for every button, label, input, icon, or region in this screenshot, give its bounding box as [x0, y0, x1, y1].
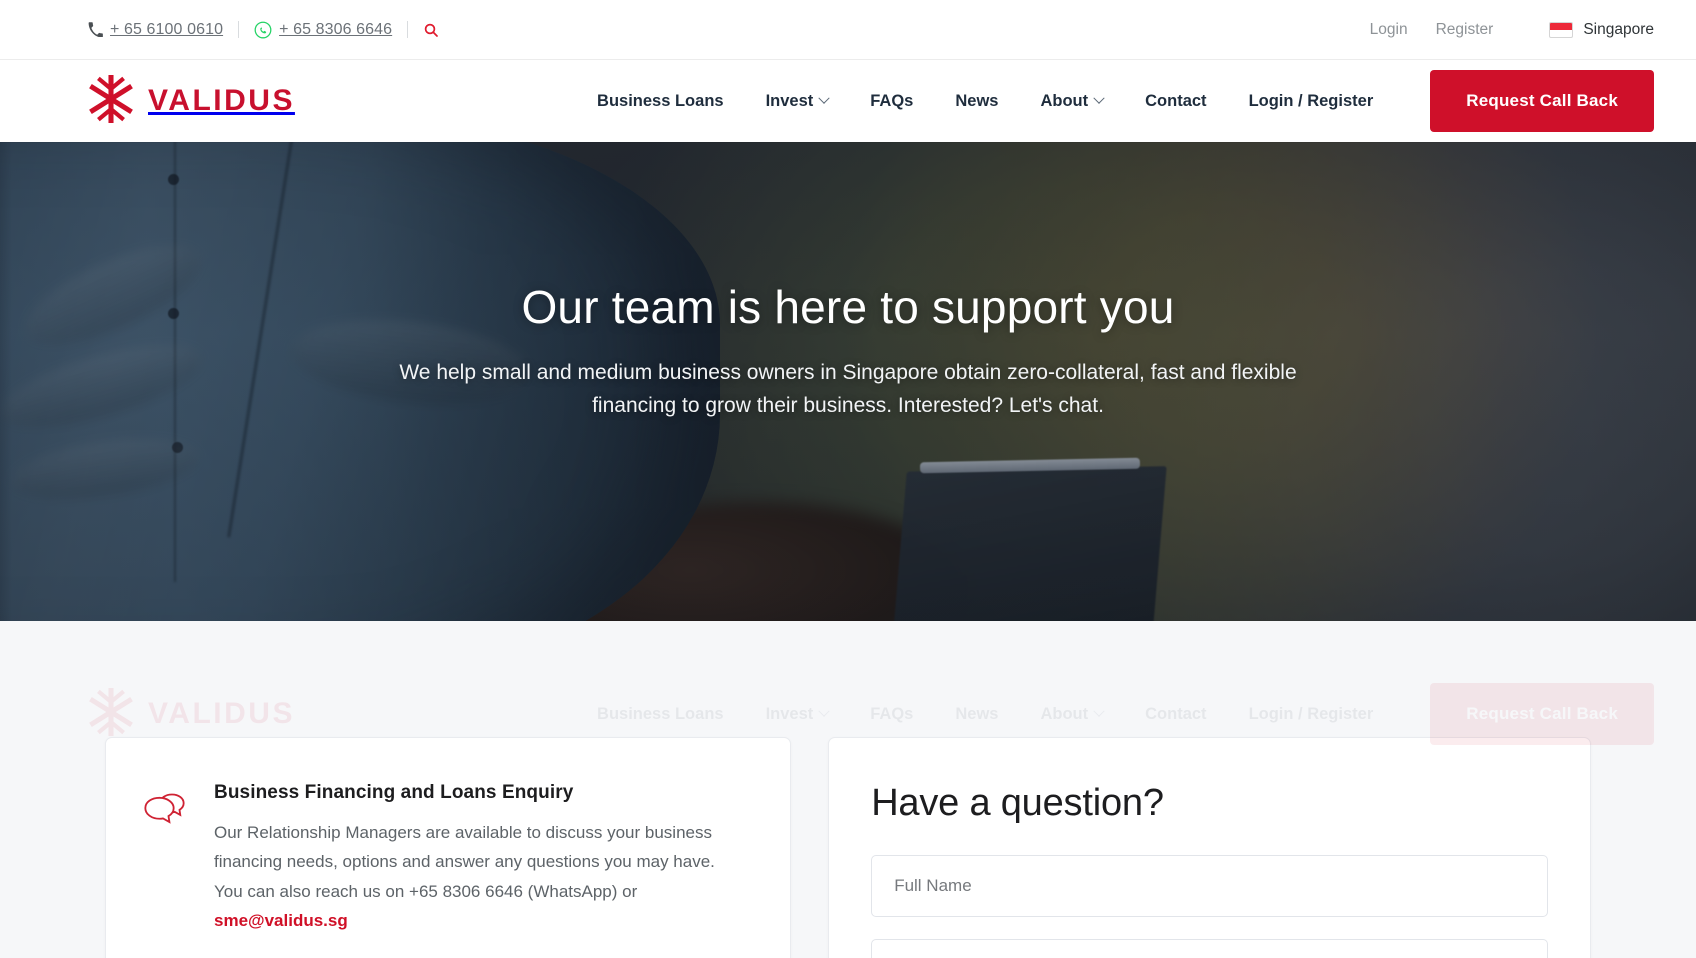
enquiry-body: Our Relationship Managers are available … — [214, 818, 746, 936]
topbar-divider-2 — [407, 21, 409, 38]
nav-news[interactable]: News — [934, 92, 1019, 111]
contact-section: VALIDUS Business Loans Invest FAQs News … — [0, 621, 1696, 958]
site-logo[interactable]: VALIDUS — [88, 73, 295, 128]
nav-label: FAQs — [870, 91, 914, 110]
top-utility-bar: + 65 6100 0610 + 65 8306 6646 Login Regi… — [0, 0, 1696, 60]
ghost-nav-faqs: FAQs — [870, 704, 914, 723]
logo-text: VALIDUS — [148, 84, 295, 117]
nav-business-loans[interactable]: Business Loans — [576, 92, 745, 111]
nav-label: Contact — [1145, 91, 1207, 110]
full-name-input[interactable] — [871, 855, 1548, 917]
topbar-account: Login Register Singapore — [1342, 21, 1654, 39]
nav-invest[interactable]: Invest — [745, 92, 850, 111]
chevron-down-icon — [1093, 92, 1105, 104]
register-link[interactable]: Register — [1436, 21, 1494, 39]
search-icon[interactable] — [423, 22, 439, 38]
nav-login-register[interactable]: Login / Register — [1228, 92, 1395, 111]
ghost-nav-news: News — [955, 704, 999, 723]
enquiry-card: Business Financing and Loans Enquiry Our… — [105, 737, 792, 958]
nav-faqs[interactable]: FAQs — [849, 92, 934, 111]
enquiry-title: Business Financing and Loans Enquiry — [214, 782, 574, 803]
ghost-nav-label: About — [1040, 704, 1089, 723]
nav-label: News — [955, 91, 999, 110]
hero-subtitle: We help small and medium business owners… — [399, 361, 1297, 417]
main-navigation: Business Loans Invest FAQs News About Co… — [576, 70, 1696, 132]
request-call-back-button[interactable]: Request Call Back — [1430, 70, 1654, 132]
ghost-logo-icon — [88, 686, 134, 741]
country-label: Singapore — [1583, 20, 1654, 38]
whatsapp-link[interactable]: + 65 8306 6646 — [254, 21, 392, 39]
hero-title: Our team is here to support you — [521, 281, 1175, 333]
chat-bubbles-icon — [142, 782, 192, 936]
ghost-logo-text: VALIDUS — [148, 697, 295, 730]
company-name-input[interactable] — [871, 939, 1548, 958]
ghost-navigation: Business Loans Invest FAQs News About Co… — [576, 683, 1696, 745]
whatsapp-icon — [254, 21, 272, 39]
whatsapp-number: + 65 8306 6646 — [279, 20, 393, 38]
validus-asterisk-logo-icon — [88, 73, 134, 128]
email-link[interactable]: sme@validus.sg — [214, 911, 348, 930]
nav-label: About — [1040, 91, 1089, 110]
login-link[interactable]: Login — [1370, 21, 1408, 39]
phone-link[interactable]: + 65 6100 0610 — [88, 21, 223, 39]
topbar-contacts: + 65 6100 0610 + 65 8306 6646 — [88, 21, 439, 39]
nav-about[interactable]: About — [1019, 92, 1124, 111]
nav-label: Invest — [765, 91, 814, 110]
ghost-nav-about: About — [1019, 705, 1124, 724]
phone-number: + 65 6100 0610 — [110, 20, 224, 38]
nav-label: Login / Register — [1248, 91, 1374, 110]
ghost-nav-business-loans: Business Loans — [597, 704, 724, 723]
phone-icon — [88, 22, 103, 37]
ghost-nav-contact: Contact — [1145, 704, 1207, 723]
ghost-cta: Request Call Back — [1430, 683, 1654, 745]
chevron-down-icon — [1093, 705, 1105, 717]
hero-copy: Our team is here to support you We help … — [0, 142, 1696, 422]
ghost-nav-login-register: Login / Register — [1248, 704, 1374, 723]
ghost-nav-label: Invest — [765, 704, 814, 723]
hero-banner: Our team is here to support you We help … — [0, 142, 1696, 621]
singapore-flag-icon — [1549, 21, 1574, 38]
main-header: VALIDUS Business Loans Invest FAQs News … — [0, 60, 1696, 142]
nav-label: Business Loans — [597, 91, 724, 110]
country-selector[interactable]: Singapore — [1549, 21, 1654, 39]
chevron-down-icon — [818, 92, 830, 104]
question-form-card: Have a question? — [828, 737, 1591, 958]
cards-row: Business Financing and Loans Enquiry Our… — [0, 737, 1696, 958]
ghost-nav-invest: Invest — [745, 705, 850, 724]
enquiry-text-block: Business Financing and Loans Enquiry Our… — [214, 782, 746, 936]
form-title: Have a question? — [871, 782, 1164, 824]
enquiry-body-text: Our Relationship Managers are available … — [214, 823, 715, 901]
topbar-divider-1 — [238, 21, 240, 38]
chevron-down-icon — [818, 705, 830, 717]
nav-contact[interactable]: Contact — [1124, 92, 1227, 111]
